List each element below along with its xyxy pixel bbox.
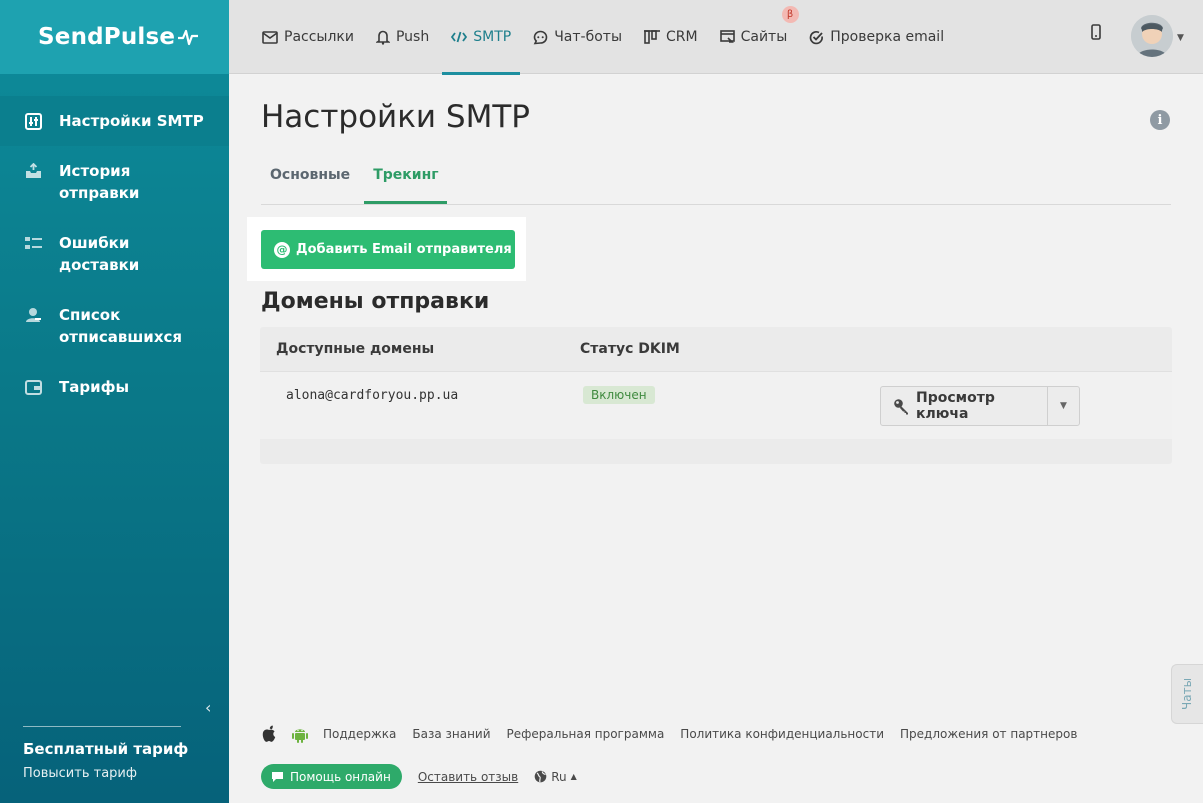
chevron-down-icon[interactable]: ▼	[1177, 33, 1184, 43]
envelope-icon	[262, 30, 278, 44]
sidebar-item-delivery-errors[interactable]: Ошибки доставки	[0, 218, 229, 290]
column-header-domains: Доступные домены	[276, 341, 435, 357]
view-key-label: Просмотр ключа	[916, 390, 995, 422]
page-title: Настройки SMTP	[261, 99, 530, 135]
topnav-item-email-verification[interactable]: Проверка email	[809, 0, 944, 74]
sendpulse-logo[interactable]: SendPulse	[38, 24, 199, 50]
site-icon	[719, 30, 735, 44]
sidebar-nav: Настройки SMTP История отправки Ошибки д…	[0, 96, 229, 412]
sidebar-item-label: История отправки	[59, 162, 140, 202]
footer-link-knowledge-base[interactable]: База знаний	[412, 727, 490, 741]
main-content: Настройки SMTP i Основные Трекинг @ Доба…	[229, 75, 1203, 803]
language-selector[interactable]: Ru ▲	[534, 770, 577, 784]
footer-link-referral[interactable]: Реферальная программа	[507, 727, 665, 741]
apple-icon[interactable]	[261, 725, 277, 743]
footer-bottom: Помощь онлайн Оставить отзыв Ru ▲	[261, 764, 577, 789]
plan-name: Бесплатный тариф	[23, 740, 189, 758]
chat-bubble-icon	[271, 771, 284, 783]
sidebar-item-label: Тарифы	[59, 378, 130, 396]
tab-general[interactable]: Основные	[261, 163, 358, 204]
sidebar: SendPulse Настройки SMTP История отправк…	[0, 0, 229, 803]
pulse-icon	[178, 29, 199, 46]
footer-links: Поддержка База знаний Реферальная програ…	[261, 725, 1093, 743]
domains-table: Доступные домены Статус DKIM alona@cardf…	[260, 327, 1172, 464]
topbar: Рассылки Push SMTP Чат-боты CRM Сайты β …	[229, 0, 1203, 75]
table-row: alona@cardforyou.pp.ua Включен Просмотр …	[260, 372, 1172, 439]
language-label: Ru	[551, 769, 567, 784]
key-icon	[893, 398, 910, 415]
settings-sliders-icon	[24, 110, 42, 132]
outbox-tray-icon	[24, 160, 42, 182]
wallet-icon	[24, 376, 42, 398]
logo-text: SendPulse	[38, 24, 176, 50]
view-key-button-group: Просмотр ключа ▼	[880, 386, 1080, 426]
table-header: Доступные домены Статус DKIM	[260, 327, 1172, 372]
tab-tracking[interactable]: Трекинг	[364, 163, 447, 204]
globe-icon	[534, 770, 547, 783]
chats-side-tab[interactable]: Чаты	[1171, 664, 1203, 724]
leave-feedback-link[interactable]: Оставить отзыв	[418, 770, 518, 784]
sidebar-item-tariffs[interactable]: Тарифы	[0, 362, 229, 412]
topnav-label: Сайты	[740, 29, 788, 45]
sidebar-item-label: Настройки SMTP	[59, 112, 204, 130]
online-help-button[interactable]: Помощь онлайн	[261, 764, 402, 789]
user-minus-icon	[24, 304, 42, 326]
sidebar-divider	[23, 726, 181, 727]
topnav-label: Рассылки	[284, 29, 354, 45]
view-key-button[interactable]: Просмотр ключа	[881, 387, 1048, 425]
topnav-label: Проверка email	[830, 29, 945, 45]
chevron-down-icon[interactable]: ▼	[1048, 387, 1079, 425]
footer-link-partners[interactable]: Предложения от партнеров	[900, 727, 1077, 741]
topnav-item-push[interactable]: Push	[375, 0, 430, 74]
sidebar-item-label: Ошибки доставки	[59, 234, 140, 274]
topnav-item-chatbots[interactable]: Чат-боты	[533, 0, 622, 74]
topnav-item-sites[interactable]: Сайты β	[719, 0, 799, 74]
avatar[interactable]	[1131, 15, 1173, 57]
code-icon	[451, 31, 468, 43]
check-circle-icon	[809, 30, 824, 45]
at-sign-icon: @	[274, 241, 290, 258]
top-nav: Рассылки Push SMTP Чат-боты CRM Сайты β …	[262, 0, 966, 75]
add-sender-email-button[interactable]: @ Добавить Email отправителя	[261, 230, 515, 269]
topnav-label: Чат-боты	[554, 29, 622, 45]
android-icon[interactable]	[291, 725, 309, 743]
sidebar-item-label: Список отписавшихся	[59, 306, 183, 346]
chats-label: Чаты	[1180, 677, 1194, 710]
collapse-sidebar-icon[interactable]: ‹	[205, 698, 211, 717]
section-title: Домены отправки	[261, 289, 490, 314]
status-badge: Включен	[583, 386, 655, 404]
topnav-label: SMTP	[473, 29, 512, 45]
mobile-app-icon[interactable]	[1091, 24, 1101, 44]
chevron-up-icon: ▲	[570, 772, 577, 781]
crm-icon	[644, 30, 660, 44]
topnav-label: CRM	[666, 29, 698, 45]
footer-link-privacy[interactable]: Политика конфиденциальности	[680, 727, 884, 741]
topnav-item-crm[interactable]: CRM	[644, 0, 698, 74]
add-sender-email-label: Добавить Email отправителя	[296, 242, 512, 257]
online-help-label: Помощь онлайн	[290, 769, 391, 784]
tabs: Основные Трекинг	[261, 163, 1171, 205]
upgrade-plan-link[interactable]: Повысить тариф	[23, 766, 137, 781]
footer-link-support[interactable]: Поддержка	[323, 727, 396, 741]
topnav-label: Push	[395, 29, 430, 45]
beta-badge: β	[781, 6, 799, 23]
logo-area: SendPulse	[0, 0, 229, 74]
column-header-dkim: Статус DKIM	[580, 341, 680, 357]
topnav-item-campaigns[interactable]: Рассылки	[262, 0, 354, 74]
chat-bot-icon	[533, 30, 548, 45]
sidebar-item-unsubscribed[interactable]: Список отписавшихся	[0, 290, 229, 362]
sidebar-item-send-history[interactable]: История отправки	[0, 146, 229, 218]
bell-icon	[375, 30, 390, 45]
sidebar-item-smtp-settings[interactable]: Настройки SMTP	[0, 96, 229, 146]
domain-email: alona@cardforyou.pp.ua	[286, 388, 459, 403]
topnav-item-smtp[interactable]: SMTP	[442, 0, 521, 75]
info-icon[interactable]: i	[1150, 110, 1170, 130]
bounce-list-icon	[24, 232, 42, 254]
